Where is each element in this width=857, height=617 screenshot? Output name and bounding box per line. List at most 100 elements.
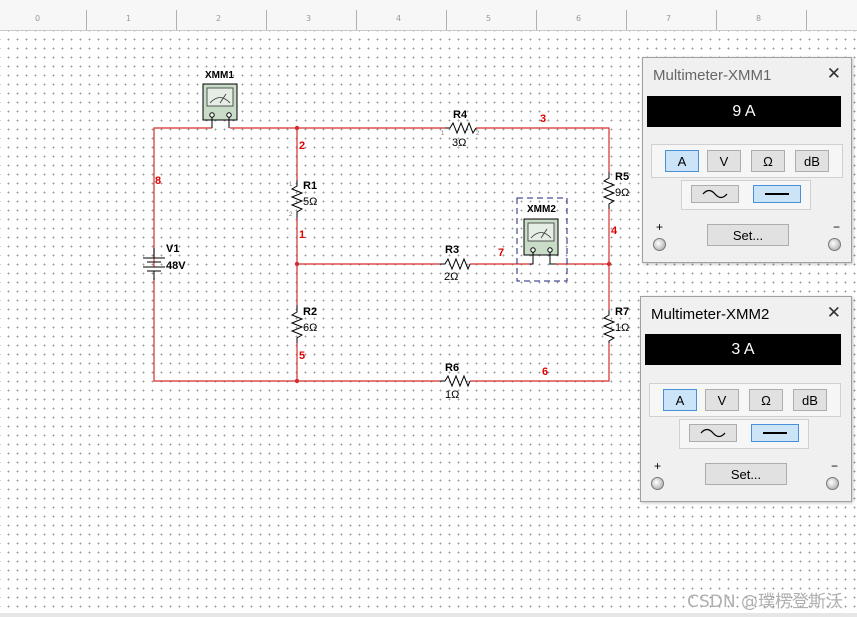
node-label-8: 8 xyxy=(155,175,161,187)
mm1-reading: 9 A xyxy=(647,96,841,127)
battery-v1[interactable]: V1 48V xyxy=(143,243,186,280)
ruler-tick xyxy=(806,10,807,30)
resistor-r2[interactable]: R2 6Ω xyxy=(290,305,317,343)
watermark: CSDN @璞楞登斯沃 xyxy=(687,592,843,612)
mm1-close-icon[interactable]: ✕ xyxy=(827,64,841,84)
resistor-r3[interactable]: R3 2Ω xyxy=(440,244,471,283)
mm1-dc-button[interactable] xyxy=(753,185,801,203)
mm1-plus-label: + xyxy=(656,220,664,234)
node-label-4: 4 xyxy=(611,225,618,237)
ruler-tick xyxy=(716,10,717,30)
ruler-tick xyxy=(176,10,177,30)
r3-value: 2Ω xyxy=(444,271,458,283)
mm2-set-button[interactable]: Set... xyxy=(705,463,787,485)
mm2-plus-label: + xyxy=(654,459,662,473)
ruler-tick xyxy=(86,10,87,30)
node-label-6: 6 xyxy=(542,366,548,378)
mm2-ohmmeter-button[interactable]: Ω xyxy=(749,389,783,411)
mm1-ohmmeter-button[interactable]: Ω xyxy=(751,150,785,172)
resistor-r7[interactable]: R7 1Ω xyxy=(602,306,629,343)
mm1-ammeter-button[interactable]: A xyxy=(665,150,699,172)
mm2-minus-label: − xyxy=(831,459,839,473)
ruler-label: 6 xyxy=(576,14,582,23)
bottom-edge xyxy=(0,613,857,617)
r1-name: R1 xyxy=(303,180,317,192)
mm1-set-button[interactable]: Set... xyxy=(707,224,789,246)
ruler-label: 4 xyxy=(396,14,402,23)
junction xyxy=(294,125,300,131)
mm2-close-icon[interactable]: ✕ xyxy=(827,303,841,323)
mm2-reading: 3 A xyxy=(645,334,841,365)
multimeter-xmm1-panel[interactable]: Multimeter-XMM1 ✕ 9 A A V Ω dB + − Set..… xyxy=(642,57,852,263)
ac-wave-icon xyxy=(700,428,726,438)
dc-line-icon xyxy=(763,432,787,434)
mm1-title: Multimeter-XMM1 xyxy=(653,67,772,84)
mm1-ac-button[interactable] xyxy=(691,185,739,203)
ruler-label: 5 xyxy=(486,14,492,23)
mm1-decibel-button[interactable]: dB xyxy=(795,150,829,172)
r4-value: 3Ω xyxy=(452,137,466,149)
node-label-7: 7 xyxy=(498,247,504,259)
mm2-title: Multimeter-XMM2 xyxy=(651,306,770,323)
node-label-3: 3 xyxy=(540,113,546,125)
mm1-positive-terminal[interactable] xyxy=(653,238,666,251)
mm2-negative-terminal[interactable] xyxy=(826,477,839,490)
r6-value: 1Ω xyxy=(445,389,459,401)
ruler-label: 2 xyxy=(216,14,222,23)
r7-value: 1Ω xyxy=(615,322,629,334)
pin-label: 1 xyxy=(289,182,293,188)
r5-name: R5 xyxy=(615,171,629,183)
node-label-2: 2 xyxy=(299,140,305,152)
ruler-tick xyxy=(536,10,537,30)
junction xyxy=(294,378,300,384)
multimeter-xmm2-panel[interactable]: Multimeter-XMM2 ✕ 3 A A V Ω dB + − Set..… xyxy=(640,296,852,502)
ruler-tick xyxy=(266,10,267,30)
mm2-decibel-button[interactable]: dB xyxy=(793,389,827,411)
xmm2-name: XMM2 xyxy=(527,204,556,215)
ruler-label: 7 xyxy=(666,14,672,23)
resistor-r1[interactable]: R1 5Ω 1 2 xyxy=(289,180,317,218)
mm2-ac-button[interactable] xyxy=(689,424,737,442)
mm1-negative-terminal[interactable] xyxy=(828,238,841,251)
mm2-positive-terminal[interactable] xyxy=(651,477,664,490)
mm1-voltmeter-button[interactable]: V xyxy=(707,150,741,172)
r2-value: 6Ω xyxy=(303,322,317,334)
ruler-label: 0 xyxy=(35,14,41,23)
mm1-minus-label: − xyxy=(833,220,841,234)
node-label-5: 5 xyxy=(299,350,305,362)
ruler-label: 8 xyxy=(756,14,762,23)
pin-label: 2 xyxy=(476,131,480,137)
mm2-dc-button[interactable] xyxy=(751,424,799,442)
mm2-voltmeter-button[interactable]: V xyxy=(705,389,739,411)
mm2-ammeter-button[interactable]: A xyxy=(663,389,697,411)
junction xyxy=(294,261,300,267)
wire-node-3[interactable] xyxy=(476,127,610,172)
ruler-label: 3 xyxy=(306,14,312,23)
ruler-tick xyxy=(356,10,357,30)
top-ruler: 0 1 2 3 4 5 6 7 8 xyxy=(0,0,857,31)
wire-node-8[interactable] xyxy=(153,127,212,267)
multimeter-xmm2-symbol[interactable]: XMM2 xyxy=(516,197,568,282)
r3-name: R3 xyxy=(445,244,459,256)
r7-name: R7 xyxy=(615,306,629,318)
ruler-tick xyxy=(626,10,627,30)
r6-name: R6 xyxy=(445,362,459,374)
resistor-r6[interactable]: R6 1Ω xyxy=(440,362,471,401)
dc-line-icon xyxy=(765,193,789,195)
wire-node-6[interactable] xyxy=(470,343,610,382)
r4-name: R4 xyxy=(453,109,468,121)
r2-name: R2 xyxy=(303,306,317,318)
xmm1-name: XMM1 xyxy=(205,70,234,81)
r5-value: 9Ω xyxy=(615,187,629,199)
resistor-r4[interactable]: R4 3Ω 1 2 xyxy=(441,109,480,149)
pin-label: 2 xyxy=(289,212,293,218)
resistor-r5[interactable]: R5 9Ω xyxy=(602,171,629,209)
ruler-label: 1 xyxy=(126,14,132,23)
r1-value: 5Ω xyxy=(303,196,317,208)
pin-label: 1 xyxy=(441,131,445,137)
v1-value: 48V xyxy=(166,260,186,272)
ruler-tick xyxy=(446,10,447,30)
multimeter-xmm1-symbol[interactable]: XMM1 xyxy=(202,70,238,128)
junction xyxy=(606,261,612,267)
node-label-1: 1 xyxy=(299,229,305,241)
